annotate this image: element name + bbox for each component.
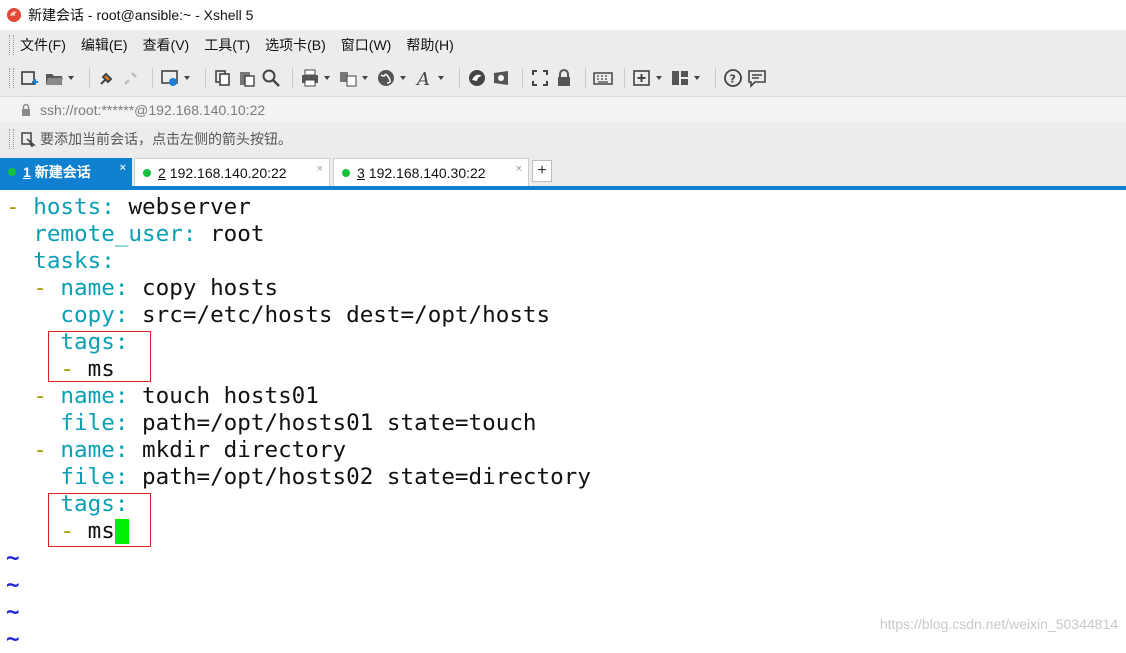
tab-label: 新建会话 (34, 164, 91, 180)
globe-icon[interactable] (376, 68, 396, 88)
empty-line-tilde: ~ (6, 626, 20, 652)
session-hint-bar: 要添加当前会话，点击左侧的箭头按钮。 (0, 122, 1126, 156)
menu-file[interactable]: 文件(F) (20, 35, 66, 55)
tab-session-2[interactable]: 2 192.168.140.20:22 × (134, 158, 330, 186)
watermark: https://blog.csdn.net/weixin_50344814 (879, 616, 1118, 632)
keyboard-icon[interactable] (593, 68, 613, 88)
title-bar: 新建会话 - root@ansible:~ - Xshell 5 (0, 0, 1126, 30)
help-icon[interactable]: ? (723, 68, 743, 88)
toolbar-separator (624, 68, 625, 88)
tab-close-icon[interactable]: × (317, 163, 323, 175)
tab-number: 1 (23, 164, 31, 180)
terminal-line: copy: src=/etc/hosts dest=/opt/hosts (60, 302, 551, 328)
tab-session-3[interactable]: 3 192.168.140.30:22 × (333, 158, 529, 186)
font-icon[interactable]: A (414, 68, 434, 88)
menu-view[interactable]: 查看(V) (143, 35, 190, 55)
toolbar-separator (459, 68, 460, 88)
highlight-box-tags (48, 331, 151, 382)
status-dot-icon (143, 168, 151, 177)
hint-grip (9, 129, 14, 149)
copy-icon[interactable] (213, 68, 233, 88)
terminal-line: - hosts: webserver (6, 194, 251, 220)
font-dropdown-icon[interactable] (438, 76, 444, 80)
empty-line-tilde: ~ (6, 572, 20, 598)
toolbar-separator (522, 68, 523, 88)
menu-window[interactable]: 窗口(W) (341, 35, 392, 55)
globe-dropdown-icon[interactable] (400, 76, 406, 80)
tab-close-icon[interactable]: × (516, 163, 522, 175)
properties-dropdown-icon[interactable] (184, 76, 190, 80)
xshell-shell-icon (7, 8, 21, 22)
lock-small-icon (22, 103, 30, 116)
terminal-line: - name: touch hosts01 (6, 383, 319, 409)
tab-label: 192.168.140.30:22 (368, 164, 486, 181)
toolbar-separator (89, 68, 90, 88)
properties-icon[interactable] (160, 68, 180, 88)
lock-icon[interactable] (554, 68, 574, 88)
menu-tools[interactable]: 工具(T) (204, 35, 250, 55)
window-title: 新建会话 - root@ansible:~ - Xshell 5 (28, 7, 254, 23)
menu-edit[interactable]: 编辑(E) (81, 35, 128, 55)
toolbar-separator (152, 68, 153, 88)
print-dropdown-icon[interactable] (324, 76, 330, 80)
tab-session-1[interactable]: 1 新建会话 × (0, 158, 132, 186)
transfer-icon[interactable] (338, 68, 358, 88)
tab-close-icon[interactable]: × (120, 162, 126, 174)
toolbar-separator (205, 68, 206, 88)
disconnect-icon[interactable] (121, 68, 141, 88)
new-session-icon[interactable] (20, 68, 40, 88)
address-bar[interactable]: ssh://root:******@192.168.140.10:22 (0, 96, 1126, 123)
toolbar: A ? (0, 60, 1126, 96)
menu-tabs[interactable]: 选项卡(B) (265, 35, 326, 55)
toolbar-separator (292, 68, 293, 88)
find-icon[interactable] (261, 68, 281, 88)
toolbar-grip (9, 68, 14, 88)
add-tab-button[interactable]: + (532, 160, 552, 182)
menu-bar: 文件(F) 编辑(E) 查看(V) 工具(T) 选项卡(B) 窗口(W) 帮助(… (0, 30, 1126, 60)
add-session-arrow-icon[interactable] (20, 131, 36, 147)
session-hint-text: 要添加当前会话，点击左侧的箭头按钮。 (40, 131, 292, 147)
open-dropdown-icon[interactable] (68, 76, 74, 80)
terminal-line: remote_user: root (33, 221, 265, 247)
chat-icon[interactable] (747, 68, 767, 88)
menu-help[interactable]: 帮助(H) (406, 35, 453, 55)
open-folder-icon[interactable] (44, 68, 64, 88)
session-address[interactable]: ssh://root:******@192.168.140.10:22 (40, 102, 265, 118)
xmanager-icon[interactable] (491, 68, 511, 88)
print-icon[interactable] (300, 68, 320, 88)
new-tab-icon[interactable] (632, 68, 652, 88)
highlight-box-tags (48, 493, 151, 547)
tab-number: 2 (158, 164, 166, 181)
terminal-line: file: path=/opt/hosts01 state=touch (60, 410, 537, 436)
svg-text:A: A (415, 69, 430, 88)
svg-text:?: ? (730, 73, 736, 86)
terminal-line: - name: copy hosts (6, 275, 279, 301)
status-dot-icon (8, 168, 16, 176)
tab-label: 192.168.140.20:22 (169, 164, 287, 181)
layout-icon[interactable] (670, 68, 690, 88)
layout-dropdown-icon[interactable] (694, 76, 700, 80)
fullscreen-icon[interactable] (530, 68, 550, 88)
transfer-dropdown-icon[interactable] (362, 76, 368, 80)
terminal-area[interactable]: - hosts: webserver remote_user: root tas… (0, 190, 1126, 652)
new-tab-dropdown-icon[interactable] (656, 76, 662, 80)
terminal-line: tasks: (33, 248, 115, 274)
paste-icon[interactable] (237, 68, 257, 88)
connect-icon[interactable] (97, 68, 117, 88)
menu-grip (9, 35, 14, 55)
empty-line-tilde: ~ (6, 545, 20, 571)
terminal-line: - name: mkdir directory (6, 437, 347, 463)
xftp-icon[interactable] (467, 68, 487, 88)
status-dot-icon (342, 168, 350, 177)
terminal-line: file: path=/opt/hosts02 state=directory (60, 464, 591, 490)
tab-bar: 1 新建会话 × 2 192.168.140.20:22 × 3 192.168… (0, 156, 1126, 186)
toolbar-separator (715, 68, 716, 88)
tab-number: 3 (357, 164, 365, 181)
empty-line-tilde: ~ (6, 599, 20, 625)
toolbar-separator (585, 68, 586, 88)
